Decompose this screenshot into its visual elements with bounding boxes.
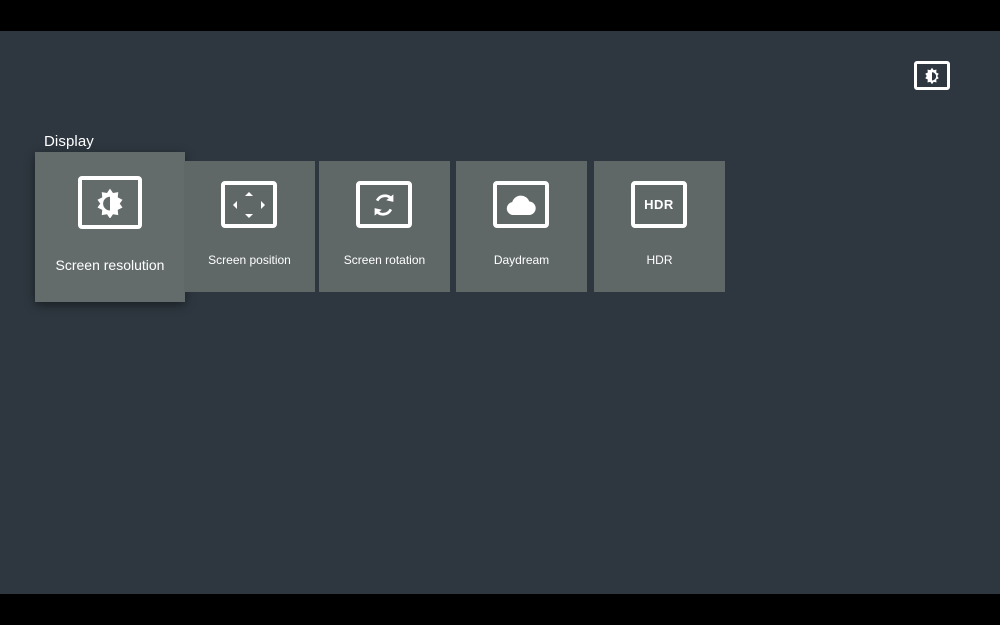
card-label: Screen position <box>208 253 291 267</box>
cloud-icon <box>493 181 549 228</box>
hdr-icon: HDR <box>631 181 687 228</box>
card-screen-position[interactable]: Screen position <box>184 161 315 292</box>
card-label: Daydream <box>493 253 550 267</box>
section-title: Display <box>44 133 94 150</box>
letterbox-bottom <box>0 594 1000 625</box>
rotation-icon <box>356 181 412 228</box>
card-label: HDR <box>646 253 673 267</box>
brightness-icon <box>78 176 142 229</box>
hdr-icon-text: HDR <box>644 197 674 212</box>
brightness-icon <box>914 61 950 90</box>
letterbox-top <box>0 0 1000 31</box>
card-label: Screen resolution <box>55 257 165 273</box>
card-screen-rotation[interactable]: Screen rotation <box>319 161 450 292</box>
card-label: Screen rotation <box>343 253 426 267</box>
settings-screen: Display Screen resolution Screen positio… <box>0 31 1000 594</box>
card-screen-resolution[interactable]: Screen resolution <box>35 152 185 302</box>
screen-position-icon <box>221 181 277 228</box>
card-daydream[interactable]: Daydream <box>456 161 587 292</box>
card-hdr[interactable]: HDR HDR <box>594 161 725 292</box>
